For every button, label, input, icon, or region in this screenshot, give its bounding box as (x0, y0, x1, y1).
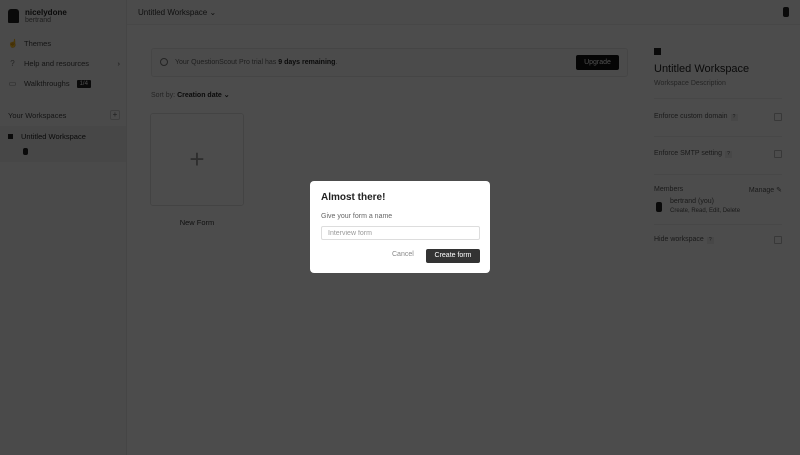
member-name: bertrand (you) (670, 198, 714, 205)
thumbs-up-icon: ☝ (8, 39, 18, 48)
banner-end: . (335, 59, 338, 66)
workspace-color-picker[interactable] (654, 48, 661, 55)
sort-dropdown[interactable]: Sort by: Creation date ⌄ (151, 91, 230, 99)
members-label: Members (654, 186, 684, 193)
workspace-name[interactable]: Untitled Workspace (654, 63, 749, 75)
banner-text: Your QuestionScout Pro trial has (175, 59, 279, 66)
manage-link[interactable]: Manage ✎ (749, 186, 782, 194)
workspace-item[interactable]: Untitled Workspace (0, 126, 126, 162)
account-menu[interactable]: nicelydone bertrand (8, 8, 67, 24)
smtp-checkbox[interactable] (774, 150, 782, 158)
label: Enforce SMTP setting (654, 150, 722, 157)
form-name-input[interactable] (321, 226, 480, 240)
custom-domain-checkbox[interactable] (774, 113, 782, 121)
dialog-title: Almost there! (321, 192, 386, 203)
help-icon[interactable]: ? (730, 114, 738, 121)
label: Enforce custom domain (654, 113, 728, 120)
sidebar-item-help[interactable]: ? Help and resources › (8, 59, 120, 68)
plus-icon: + (189, 144, 205, 174)
manage-label: Manage (748, 187, 775, 194)
question-icon: ? (10, 59, 15, 68)
smtp-row: Enforce SMTP setting? (654, 136, 782, 174)
member-avatar (656, 202, 662, 212)
hide-workspace-row: Hide workspace? (654, 224, 782, 254)
label: Help and resources (24, 59, 90, 68)
sort-label: Sort by: (151, 92, 178, 99)
walkthrough-badge: 1/4 (76, 79, 91, 88)
add-workspace-button[interactable]: + (110, 110, 120, 120)
workspace-label: Untitled Workspace (21, 132, 86, 141)
member-avatar (23, 148, 28, 155)
banner-days: 9 days remaining (278, 59, 336, 66)
sidebar-item-walkthroughs[interactable]: ▭ Walkthroughs 1/4 (8, 79, 120, 88)
custom-domain-row: Enforce custom domain? (654, 98, 782, 136)
avatar (8, 9, 19, 23)
label: Hide workspace (654, 236, 704, 243)
workspaces-heading: Your Workspaces (8, 110, 67, 120)
help-icon[interactable]: ? (706, 237, 714, 244)
member-permissions: Create, Read, Edit, Delete (670, 208, 741, 214)
sidebar: nicelydone bertrand ☝ Themes ? Help and re… (0, 0, 127, 455)
topbar: Untitled Workspace ⌄ (127, 0, 800, 25)
upgrade-button[interactable]: Upgrade (576, 55, 619, 70)
new-form-card[interactable]: + (150, 113, 244, 206)
user-sub: bertrand (25, 17, 52, 24)
form-name-label: Give your form a name (321, 213, 393, 220)
members-row: Members Manage ✎ bertrand (you) Create, … (654, 174, 782, 224)
sort-value: Creation date ⌄ (177, 92, 230, 99)
edit-icon: ✎ (776, 187, 782, 194)
new-form-label: New Form (179, 218, 215, 227)
label: Walkthroughs (24, 79, 70, 88)
chat-icon: ▭ (8, 79, 17, 88)
workspace-icon (8, 134, 13, 139)
label: Themes (24, 39, 52, 48)
info-icon (160, 58, 168, 66)
chevron-right-icon: › (117, 59, 121, 68)
help-icon[interactable]: ? (724, 151, 732, 158)
workspace-title-dropdown[interactable]: Untitled Workspace ⌄ (138, 8, 216, 17)
hide-workspace-checkbox[interactable] (774, 236, 782, 244)
workspace-description[interactable]: Workspace Description (654, 80, 726, 87)
cancel-button[interactable]: Cancel (392, 251, 414, 258)
user-name: nicelydone (25, 8, 67, 17)
trial-banner: Your QuestionScout Pro trial has 9 days … (151, 48, 628, 77)
create-form-dialog: Almost there! Give your form a name Canc… (310, 181, 490, 273)
sidebar-item-themes[interactable]: ☝ Themes (8, 39, 120, 48)
avatar[interactable] (783, 7, 789, 17)
create-form-button[interactable]: Create form (426, 249, 480, 263)
